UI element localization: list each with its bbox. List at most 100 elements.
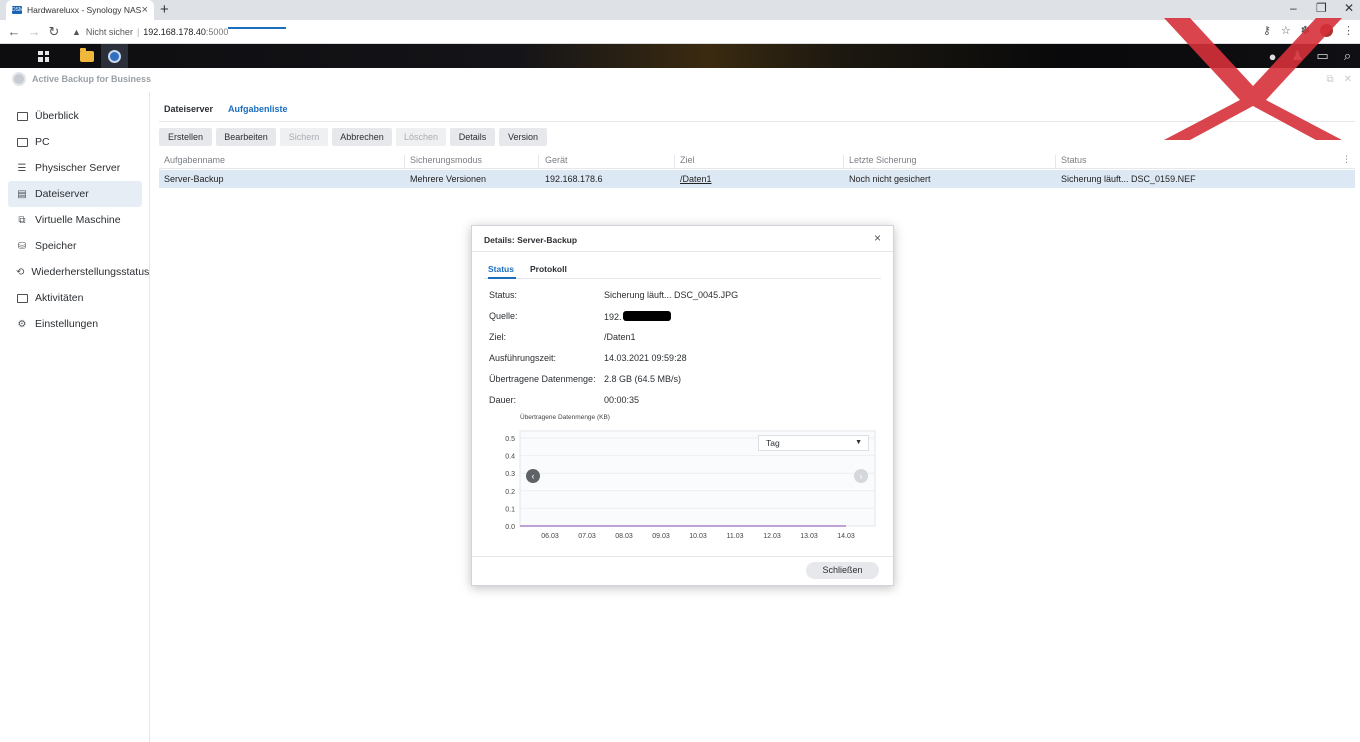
close-window-icon[interactable]: ✕ bbox=[1344, 1, 1354, 15]
create-button[interactable]: Erstellen bbox=[159, 128, 212, 146]
browser-tab-bar: DSM Hardwareluxx - Synology NAS × + – ❐ … bbox=[0, 0, 1360, 20]
chart-next-button[interactable]: › bbox=[854, 469, 868, 483]
source-label: Quelle: bbox=[489, 311, 518, 321]
chevron-down-icon: ▼ bbox=[855, 439, 862, 446]
cell-backup-mode: Mehrere Versionen bbox=[410, 174, 487, 184]
sidebar-item-settings[interactable]: ⚙ Einstellungen bbox=[8, 311, 142, 337]
minimize-window-icon[interactable]: – bbox=[1290, 1, 1297, 15]
column-header-last-backup[interactable]: Letzte Sicherung bbox=[844, 155, 1056, 169]
close-button[interactable]: Schließen bbox=[806, 562, 879, 579]
activity-icon bbox=[16, 292, 28, 304]
main-menu-button[interactable] bbox=[30, 44, 57, 68]
sidebar-item-overview[interactable]: Überblick bbox=[8, 103, 142, 129]
tab-task-list[interactable]: Aufgabenliste bbox=[228, 104, 288, 114]
sidebar-item-file-server[interactable]: ▤ Dateiserver bbox=[8, 181, 142, 207]
overview-icon bbox=[16, 110, 28, 122]
tab-status[interactable]: Status bbox=[488, 264, 514, 274]
x-tick-label: 13.03 bbox=[800, 533, 818, 540]
sidebar-item-physical-server[interactable]: ☰ Physischer Server bbox=[8, 155, 142, 181]
x-tick-label: 08.03 bbox=[615, 533, 633, 540]
sidebar-item-label: PC bbox=[35, 136, 50, 148]
redaction-bar bbox=[622, 311, 671, 321]
target-label: Ziel: bbox=[489, 332, 507, 342]
sidebar-item-label: Wiederherstellungsstatus bbox=[31, 266, 150, 278]
pc-icon bbox=[16, 136, 28, 148]
tab-file-server[interactable]: Dateiserver bbox=[164, 104, 213, 114]
sidebar-item-label: Speicher bbox=[35, 240, 77, 252]
column-header-status[interactable]: Status bbox=[1056, 155, 1336, 169]
cell-status: Sicherung läuft... DSC_0159.NEF bbox=[1061, 174, 1196, 184]
sidebar-item-restore-status[interactable]: ⟲ Wiederherstellungsstatus bbox=[8, 259, 149, 285]
details-dialog: Details: Server-Backup × Status Protokol… bbox=[471, 225, 894, 586]
x-tick-label: 07.03 bbox=[578, 533, 596, 540]
dialog-footer-divider bbox=[472, 556, 893, 557]
backup-button[interactable]: Sichern bbox=[280, 128, 328, 146]
sidebar-item-label: Virtuelle Maschine bbox=[35, 214, 121, 226]
source-value: 192. bbox=[604, 312, 622, 322]
time-range-select[interactable]: Tag ▼ bbox=[758, 435, 869, 451]
y-tick-label: 0.3 bbox=[505, 471, 515, 478]
active-backup-taskbar-button[interactable] bbox=[101, 44, 128, 68]
column-header-backup-mode[interactable]: Sicherungsmodus bbox=[405, 155, 539, 169]
y-tick-label: 0.2 bbox=[505, 489, 515, 496]
sidebar: Überblick PC ☰ Physischer Server ▤ Datei… bbox=[0, 92, 150, 742]
y-tick-label: 0.4 bbox=[505, 454, 515, 461]
back-arrow-icon[interactable]: ← bbox=[4, 24, 24, 39]
y-tick-label: 0.5 bbox=[505, 436, 515, 443]
sidebar-item-virtual-machine[interactable]: ⧉ Virtuelle Maschine bbox=[8, 207, 142, 233]
target-link[interactable]: /Daten1 bbox=[680, 174, 712, 184]
status-label: Status: bbox=[489, 290, 518, 300]
table-row[interactable]: Server-Backup Mehrere Versionen 192.168.… bbox=[159, 170, 1355, 188]
x-tick-label: 14.03 bbox=[837, 533, 855, 540]
time-range-value: Tag bbox=[766, 438, 780, 448]
version-button[interactable]: Version bbox=[499, 128, 547, 146]
hardwareluxx-watermark-logo bbox=[1164, 18, 1342, 140]
address-bar: ← → ↻ ▲ Nicht sicher | 192.168.178.40 :5… bbox=[0, 20, 1360, 44]
active-backup-icon bbox=[108, 49, 121, 63]
duration-label: Dauer: bbox=[489, 395, 517, 405]
column-header-device[interactable]: Gerät bbox=[540, 155, 675, 169]
column-menu-icon[interactable]: ⋮ bbox=[1342, 154, 1351, 165]
reload-icon[interactable]: ↻ bbox=[44, 24, 64, 40]
cancel-button[interactable]: Abbrechen bbox=[332, 128, 392, 146]
chart-title: Übertragene Datenmenge (KB) bbox=[520, 414, 610, 421]
sidebar-item-pc[interactable]: PC bbox=[8, 129, 142, 155]
x-tick-label: 12.03 bbox=[763, 533, 781, 540]
sidebar-item-storage[interactable]: ⛁ Speicher bbox=[8, 233, 142, 259]
url-port: :5000 bbox=[205, 26, 229, 37]
x-tick-label: 10.03 bbox=[689, 533, 707, 540]
close-dialog-icon[interactable]: × bbox=[874, 231, 881, 245]
url-field[interactable]: ▲ Nicht sicher | 192.168.178.40 :5000 bbox=[72, 27, 228, 37]
chart-previous-button[interactable]: ‹ bbox=[526, 469, 540, 483]
delete-button[interactable]: Löschen bbox=[396, 128, 446, 146]
active-backup-logo-icon bbox=[12, 72, 26, 86]
new-tab-button[interactable]: + bbox=[160, 1, 169, 18]
execution-time-label: Ausführungszeit: bbox=[489, 353, 557, 363]
dsm-taskbar: ● ♟ ▭ ⌕ bbox=[0, 44, 1360, 68]
browser-tab-title: Hardwareluxx - Synology NAS bbox=[27, 5, 142, 15]
server-icon: ☰ bbox=[17, 162, 27, 174]
forward-arrow-icon[interactable]: → bbox=[24, 24, 44, 39]
sidebar-item-activities[interactable]: Aktivitäten bbox=[8, 285, 142, 311]
dsm-favicon-icon: DSM bbox=[12, 6, 24, 14]
details-button[interactable]: Details bbox=[450, 128, 495, 146]
folder-icon bbox=[79, 47, 94, 62]
column-header-target[interactable]: Ziel bbox=[675, 155, 844, 169]
url-host: 192.168.178.40 bbox=[143, 26, 206, 37]
active-dialog-tab-indicator bbox=[488, 277, 516, 279]
sidebar-item-label: Physischer Server bbox=[35, 162, 121, 174]
browser-tab[interactable]: DSM Hardwareluxx - Synology NAS × bbox=[6, 0, 154, 20]
tab-log[interactable]: Protokoll bbox=[530, 264, 567, 274]
url-separator: | bbox=[136, 26, 140, 37]
edit-button[interactable]: Bearbeiten bbox=[216, 128, 276, 146]
dialog-divider bbox=[472, 251, 893, 252]
maximize-window-icon[interactable]: ❐ bbox=[1316, 1, 1327, 15]
table-header: Aufgabenname Sicherungsmodus Gerät Ziel … bbox=[159, 151, 1355, 169]
transferred-data-label: Übertragene Datenmenge: bbox=[489, 374, 596, 384]
app-grid-icon bbox=[38, 50, 49, 62]
sidebar-item-label: Dateiserver bbox=[35, 188, 89, 200]
execution-time-value: 14.03.2021 09:59:28 bbox=[604, 353, 687, 363]
file-station-button[interactable] bbox=[73, 44, 100, 68]
column-header-task-name[interactable]: Aufgabenname bbox=[159, 155, 405, 169]
close-tab-icon[interactable]: × bbox=[142, 4, 148, 16]
